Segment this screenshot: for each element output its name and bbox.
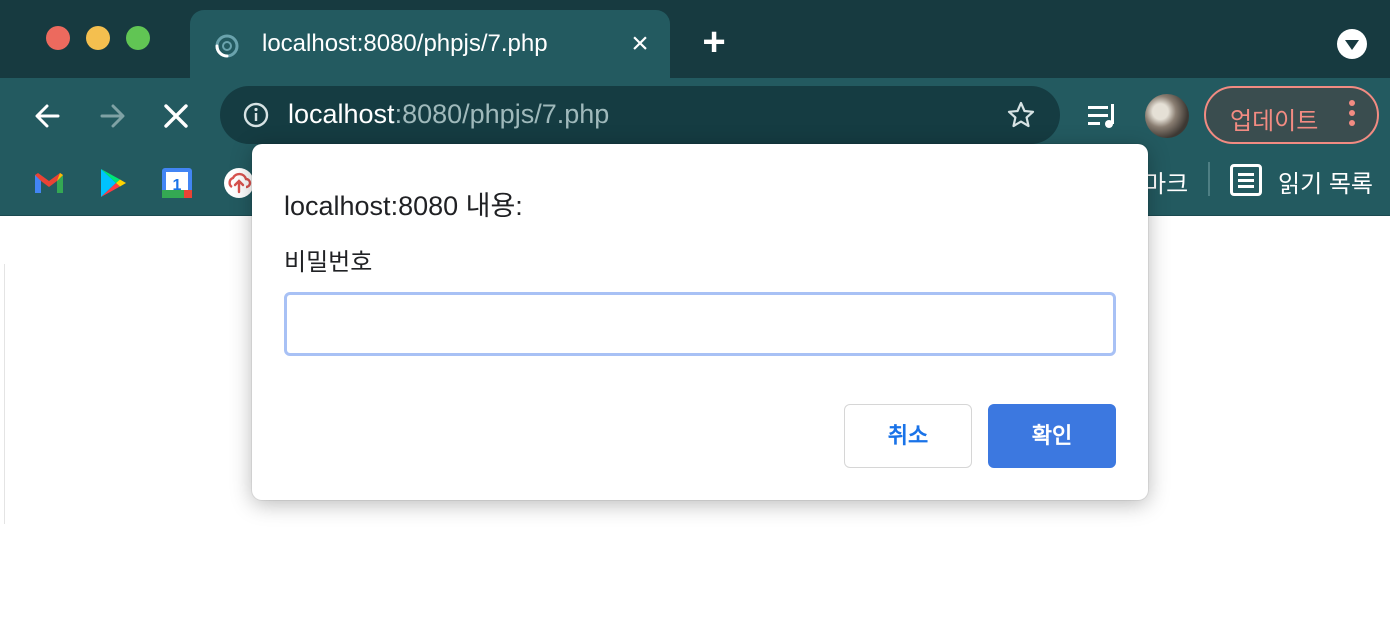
cloud-upload-icon[interactable] bbox=[222, 166, 256, 200]
reading-list-label[interactable]: 읽기 목록 bbox=[1278, 164, 1373, 199]
profile-avatar[interactable] bbox=[1145, 94, 1189, 138]
address-url: localhost:8080/phpjs/7.php bbox=[288, 99, 609, 130]
update-button[interactable]: 업데이트 bbox=[1204, 86, 1379, 144]
stop-loading-icon[interactable] bbox=[156, 96, 196, 136]
browser-toolbar: localhost:8080/phpjs/7.php 업데이트 bbox=[0, 78, 1390, 154]
close-tab-icon[interactable]: × bbox=[626, 29, 654, 59]
google-play-icon[interactable] bbox=[96, 166, 130, 200]
prompt-dialog: localhost:8080 내용: 비밀번호 취소 확인 bbox=[252, 144, 1148, 500]
tab-search-button[interactable] bbox=[1337, 29, 1367, 59]
back-icon[interactable] bbox=[28, 96, 68, 136]
bookmark-star-icon[interactable] bbox=[1006, 100, 1036, 130]
bookmarks-divider bbox=[1208, 162, 1210, 196]
new-tab-button[interactable]: + bbox=[696, 22, 732, 62]
reading-list-icon[interactable] bbox=[1230, 164, 1262, 196]
tab-strip: localhost:8080/phpjs/7.php × + bbox=[0, 0, 1390, 80]
address-bar[interactable]: localhost:8080/phpjs/7.php bbox=[220, 86, 1060, 144]
page-edge bbox=[0, 264, 5, 524]
minimize-window-button[interactable] bbox=[86, 26, 110, 50]
loading-spinner-icon bbox=[215, 34, 239, 58]
media-control-icon[interactable] bbox=[1086, 100, 1120, 132]
url-host: localhost bbox=[288, 99, 395, 129]
forward-icon[interactable] bbox=[92, 96, 132, 136]
maximize-window-button[interactable] bbox=[126, 26, 150, 50]
site-info-icon[interactable] bbox=[242, 101, 270, 129]
active-tab[interactable]: localhost:8080/phpjs/7.php × bbox=[190, 10, 670, 80]
gmail-icon[interactable] bbox=[32, 166, 66, 200]
url-path: :8080/phpjs/7.php bbox=[394, 99, 610, 129]
more-menu-icon[interactable] bbox=[1348, 100, 1356, 132]
cancel-button[interactable]: 취소 bbox=[844, 404, 972, 468]
svg-text:1: 1 bbox=[173, 177, 182, 194]
close-window-button[interactable] bbox=[46, 26, 70, 50]
tab-title: localhost:8080/phpjs/7.php bbox=[262, 30, 548, 57]
password-input[interactable] bbox=[284, 292, 1116, 356]
dialog-message: 비밀번호 bbox=[284, 249, 373, 276]
dialog-title: localhost:8080 내용: bbox=[284, 191, 523, 221]
update-label: 업데이트 bbox=[1230, 108, 1319, 135]
bookmarks-folder-label[interactable]: 마크 bbox=[1144, 164, 1188, 199]
browser-window: localhost:8080/phpjs/7.php × + localhost… bbox=[0, 0, 1390, 622]
google-calendar-icon[interactable]: 1 bbox=[160, 166, 194, 200]
ok-button[interactable]: 확인 bbox=[988, 404, 1116, 468]
